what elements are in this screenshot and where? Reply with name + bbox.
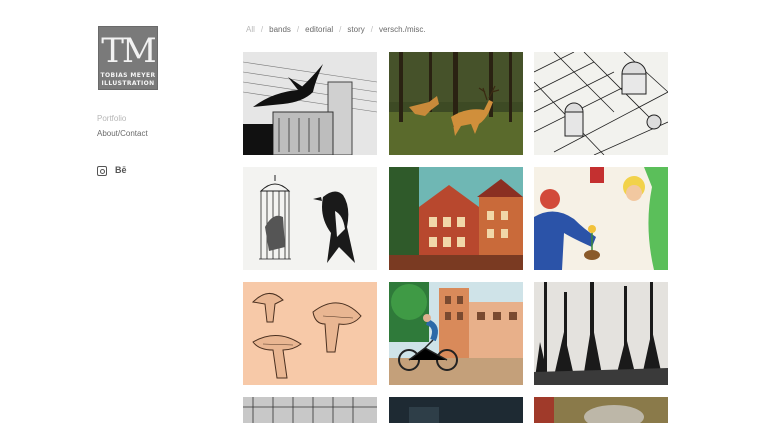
behance-icon[interactable]: Bē	[115, 165, 127, 175]
gallery-thumb-crow[interactable]	[243, 52, 377, 155]
instagram-icon[interactable]	[97, 166, 107, 176]
site-logo[interactable]: TM TOBIAS MEYER ILLUSTRATION	[98, 26, 158, 90]
city-illustration	[534, 52, 668, 155]
logo-name: TOBIAS MEYER	[100, 72, 156, 79]
filter-editorial[interactable]: editorial	[305, 25, 333, 34]
cyclist-illustration	[389, 282, 523, 385]
filter-separator: /	[296, 25, 300, 34]
wolf-magpie-illustration	[243, 167, 377, 270]
gallery-thumb-mushrooms[interactable]	[243, 282, 377, 385]
gallery-thumb-forest[interactable]	[534, 282, 668, 385]
forest-illustration	[534, 282, 668, 385]
gallery-thumb-wolf-magpie[interactable]	[243, 167, 377, 270]
gallery-thumb-houses[interactable]	[389, 167, 523, 270]
deer-illustration	[389, 52, 523, 155]
filter-bands[interactable]: bands	[269, 25, 291, 34]
gallery-thumb-cyclist[interactable]	[389, 282, 523, 385]
logo-monogram: TM	[101, 31, 157, 71]
filter-separator: /	[339, 25, 342, 34]
crow-illustration	[243, 52, 377, 155]
gallery-thumb-flower[interactable]	[534, 167, 668, 270]
filter-all[interactable]: All	[246, 25, 255, 34]
category-filter: All / bands / editorial / story / versch…	[246, 25, 426, 34]
filter-separator: /	[370, 25, 373, 34]
gallery-thumb-city[interactable]	[534, 52, 668, 155]
filter-misc[interactable]: versch./misc.	[379, 25, 426, 34]
animal-illustration	[534, 397, 668, 423]
houses-illustration	[389, 167, 523, 270]
logo-subtitle: ILLUSTRATION	[101, 80, 155, 87]
gallery-thumb-night[interactable]	[389, 397, 523, 423]
flower-illustration	[534, 167, 668, 270]
nav-portfolio[interactable]: Portfolio	[97, 114, 126, 123]
gallery-thumb-animal[interactable]	[534, 397, 668, 423]
filter-separator: /	[260, 25, 264, 34]
night-illustration	[389, 397, 523, 423]
nav-about-contact[interactable]: About/Contact	[97, 129, 148, 138]
facade-illustration	[243, 397, 377, 423]
gallery-thumb-facade[interactable]	[243, 397, 377, 423]
filter-story[interactable]: story	[347, 25, 364, 34]
gallery-thumb-deer[interactable]	[389, 52, 523, 155]
mushrooms-illustration	[243, 282, 377, 385]
